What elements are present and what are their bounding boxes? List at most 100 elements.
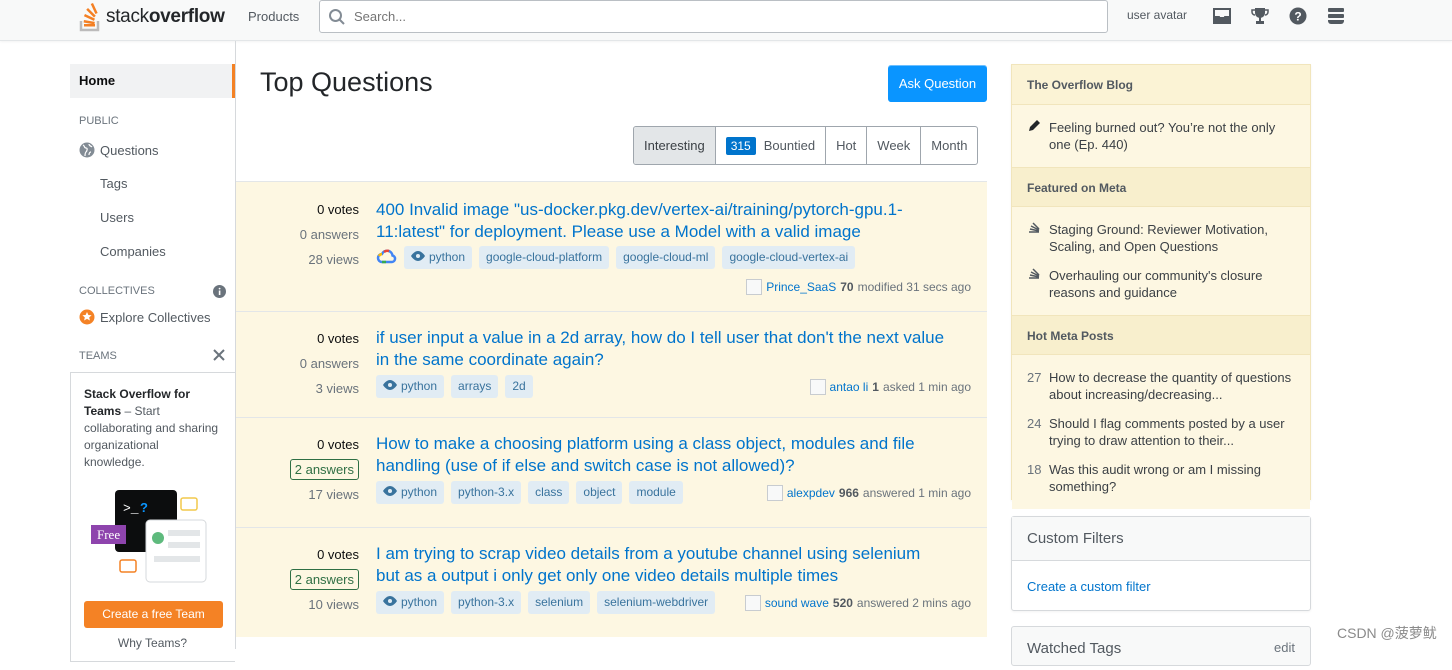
user-avatar[interactable] <box>746 279 763 295</box>
nav-tags[interactable]: Tags <box>100 176 127 191</box>
answer-count: 2 answers <box>289 459 359 480</box>
hot-meta-link[interactable]: Should I flag comments posted by a user … <box>1049 415 1295 449</box>
info-icon[interactable] <box>213 285 226 298</box>
question-title-link[interactable]: if user input a value in a 2d array, how… <box>376 327 946 371</box>
nav-explore-collectives[interactable]: Explore Collectives <box>79 309 211 325</box>
tag-python-3-x[interactable]: python-3.x <box>451 481 522 504</box>
user-avatar[interactable] <box>809 379 826 395</box>
site-switcher-icon[interactable] <box>1325 5 1347 27</box>
tag-google-cloud-vertex-ai[interactable]: google-cloud-vertex-ai <box>722 246 856 269</box>
question-title-link[interactable]: How to make a choosing platform using a … <box>376 433 946 477</box>
nav-users[interactable]: Users <box>100 210 134 225</box>
bounty-count-badge: 315 <box>725 136 756 155</box>
tag-python-3-x[interactable]: python-3.x <box>451 591 522 614</box>
nav-questions-label: Questions <box>100 142 159 158</box>
create-custom-filter-link[interactable]: Create a custom filter <box>1012 561 1310 612</box>
meta-item[interactable]: Overhauling our community's closure reas… <box>1012 261 1310 307</box>
user-link[interactable]: alexpdev <box>787 486 835 500</box>
hot-meta-link[interactable]: Was this audit wrong or am I missing som… <box>1049 461 1295 495</box>
create-free-team-button[interactable]: Create a free Team <box>84 601 223 628</box>
tag-selenium-webdriver[interactable]: selenium-webdriver <box>597 591 716 614</box>
meta-item[interactable]: Staging Ground: Reviewer Motivation, Sca… <box>1012 215 1310 261</box>
hot-meta-count: 27 <box>1027 370 1042 385</box>
tag-class[interactable]: class <box>528 481 570 504</box>
answer-count: 2 answers <box>289 569 359 590</box>
tag-2d[interactable]: 2d <box>505 375 533 398</box>
stackoverflow-logo[interactable]: stackoverflow <box>78 0 225 34</box>
tab-week[interactable]: Week <box>866 127 920 164</box>
tag-python[interactable]: python <box>376 481 445 504</box>
view-count: 10 views <box>308 597 359 612</box>
hot-meta-count: 24 <box>1027 416 1042 431</box>
user-link[interactable]: antao li <box>830 380 869 394</box>
hot-meta-count: 18 <box>1027 462 1042 477</box>
tag-python[interactable]: python <box>376 591 445 614</box>
user-link[interactable]: sound wave <box>765 596 829 610</box>
why-teams-link[interactable]: Why Teams? <box>71 635 234 652</box>
hot-meta-item[interactable]: 18 Was this audit wrong or am I missing … <box>1012 455 1310 501</box>
globe-icon <box>79 142 95 158</box>
user-reputation: 1 <box>872 380 879 394</box>
activity-time: answered 1 min ago <box>862 486 971 500</box>
tag-arrays[interactable]: arrays <box>451 375 499 398</box>
tab-bountied-label: Bountied <box>763 138 816 153</box>
custom-filters-header: Custom Filters <box>1012 517 1310 561</box>
tag-google-cloud-ml[interactable]: google-cloud-ml <box>616 246 716 269</box>
svg-text:?: ? <box>1294 10 1301 24</box>
tag-python[interactable]: python <box>376 375 445 398</box>
user-avatar[interactable]: user avatar <box>1127 8 1187 24</box>
stackoverflow-logo-icon <box>78 1 104 33</box>
close-icon[interactable] <box>213 349 225 361</box>
teams-promo: Stack Overflow for Teams – Start collabo… <box>70 372 235 662</box>
custom-filters-widget: Custom Filters Create a custom filter <box>1011 516 1311 611</box>
nav-home[interactable]: Home <box>70 64 235 98</box>
question-list: 0 votes 0 answers 28 views 400 Invalid i… <box>236 181 987 637</box>
nav-questions[interactable]: Questions <box>79 142 159 158</box>
search-input[interactable] <box>354 9 1054 24</box>
help-icon[interactable]: ? <box>1287 5 1309 27</box>
question-meta: Prince_SaaS 70 modified 31 secs ago <box>746 279 971 295</box>
question-summary: 0 votes 0 answers 28 views 400 Invalid i… <box>236 181 987 311</box>
tab-hot[interactable]: Hot <box>825 127 866 164</box>
hot-meta-item[interactable]: 27 How to decrease the quantity of quest… <box>1012 363 1310 409</box>
top-bar: stackoverflow Products user avatar ? <box>0 0 1452 41</box>
collectives-star-icon <box>79 309 95 325</box>
inbox-icon[interactable] <box>1211 5 1233 27</box>
watched-eye-icon <box>383 375 397 398</box>
question-title-link[interactable]: 400 Invalid image "us-docker.pkg.dev/ver… <box>376 199 946 243</box>
nav-companies[interactable]: Companies <box>100 244 166 259</box>
meta-item-link[interactable]: Staging Ground: Reviewer Motivation, Sca… <box>1049 221 1295 255</box>
free-badge: Free <box>91 525 127 544</box>
google-cloud-collective-icon[interactable] <box>376 247 398 269</box>
hot-meta-link[interactable]: How to decrease the quantity of question… <box>1049 369 1295 403</box>
user-link[interactable]: Prince_SaaS <box>766 280 836 294</box>
hot-meta-header: Hot Meta Posts <box>1012 315 1310 355</box>
blog-item-link[interactable]: Feeling burned out? You’re not the only … <box>1049 119 1295 153</box>
question-summary: 0 votes 0 answers 3 views if user input … <box>236 311 987 417</box>
user-avatar[interactable] <box>766 485 783 501</box>
logo-text: stackoverflow <box>106 6 225 27</box>
tag-google-cloud-platform[interactable]: google-cloud-platform <box>479 246 610 269</box>
tag-module[interactable]: module <box>629 481 683 504</box>
tag-object[interactable]: object <box>576 481 623 504</box>
tag-selenium[interactable]: selenium <box>528 591 591 614</box>
achievements-trophy-icon[interactable] <box>1249 5 1271 27</box>
tag-python[interactable]: python <box>404 246 473 269</box>
csdn-watermark: CSDN @菠萝鱿 <box>1337 625 1437 641</box>
meta-item-link[interactable]: Overhauling our community's closure reas… <box>1049 267 1295 301</box>
ask-question-button[interactable]: Ask Question <box>888 65 987 102</box>
hot-meta-item[interactable]: 24 Should I flag comments posted by a us… <box>1012 409 1310 455</box>
question-summary: 0 votes 2 answers 17 views How to make a… <box>236 417 987 527</box>
tab-month[interactable]: Month <box>920 127 977 164</box>
tab-bountied[interactable]: 315 Bountied <box>714 127 825 164</box>
products-link[interactable]: Products <box>248 9 299 24</box>
answer-count: 0 answers <box>299 356 359 371</box>
question-title-link[interactable]: I am trying to scrap video details from … <box>376 543 946 587</box>
vote-count: 0 votes <box>317 437 359 452</box>
user-avatar[interactable] <box>744 595 761 611</box>
blog-item[interactable]: Feeling burned out? You’re not the only … <box>1012 113 1310 159</box>
tab-interesting[interactable]: Interesting <box>634 127 715 164</box>
activity-time: answered 2 mins ago <box>856 596 971 610</box>
search-bar[interactable] <box>319 0 1108 33</box>
nav-explore-collectives-label: Explore Collectives <box>100 309 211 325</box>
